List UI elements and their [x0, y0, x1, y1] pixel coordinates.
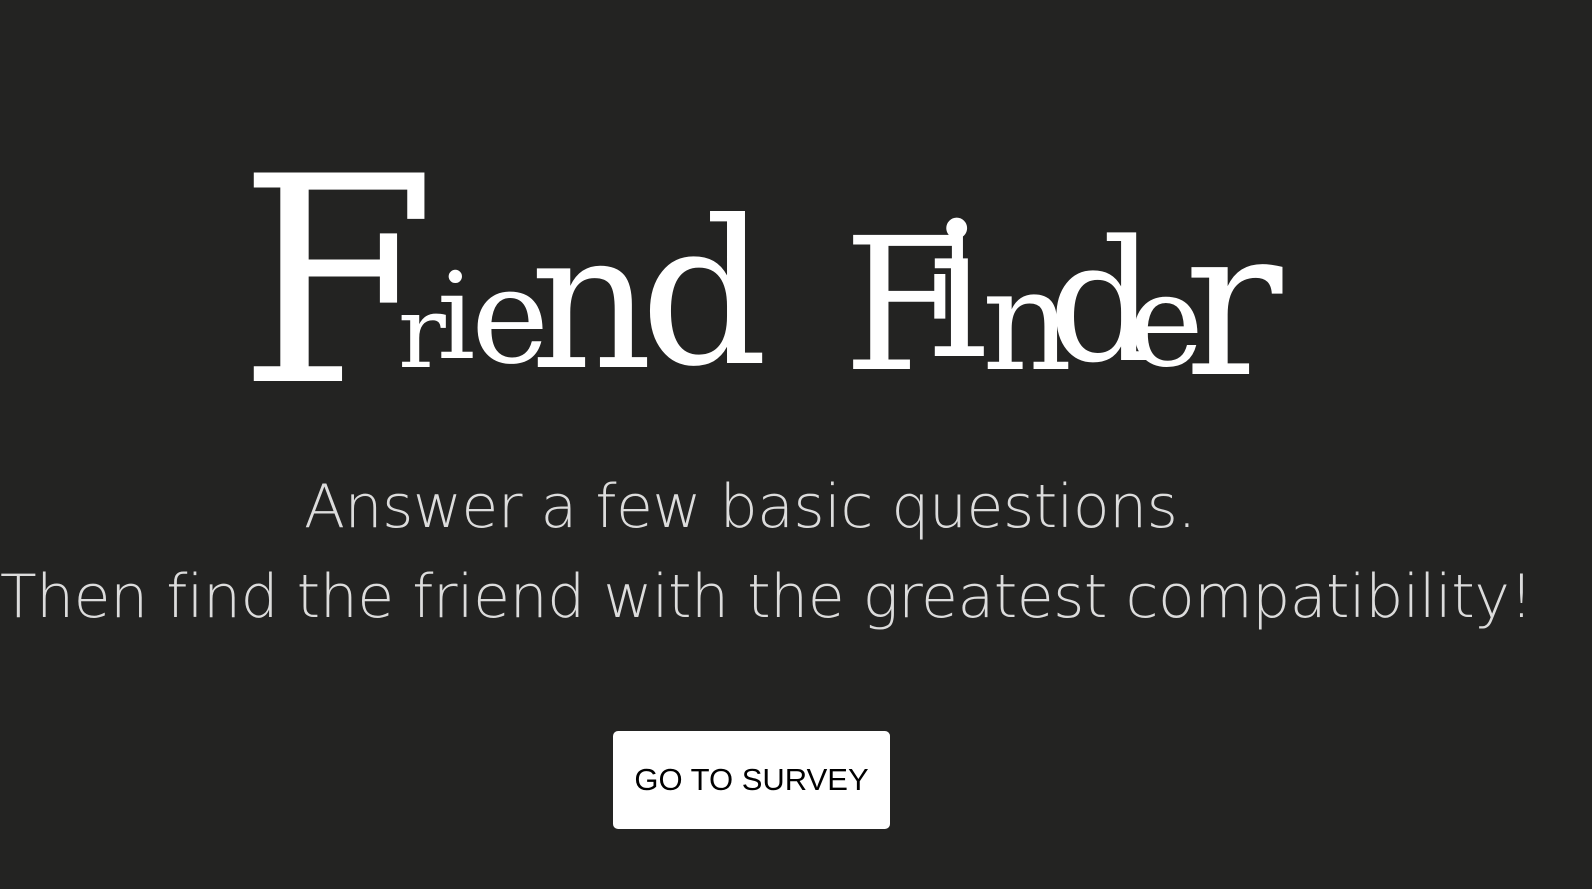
intro-line-1: Answer a few basic questions. — [304, 472, 1196, 542]
page-title: F r i e n d F i n d e r — [0, 0, 1592, 426]
title-letter: i — [437, 248, 476, 387]
title-letter: i — [928, 182, 989, 401]
title-letter: d — [640, 178, 769, 411]
intro-line-2: Then find the friend with the greatest c… — [0, 562, 1533, 632]
go-to-survey-button[interactable]: GO TO SURVEY — [613, 731, 890, 829]
title-letter: n — [530, 191, 653, 412]
title-letter: r — [1184, 183, 1283, 423]
